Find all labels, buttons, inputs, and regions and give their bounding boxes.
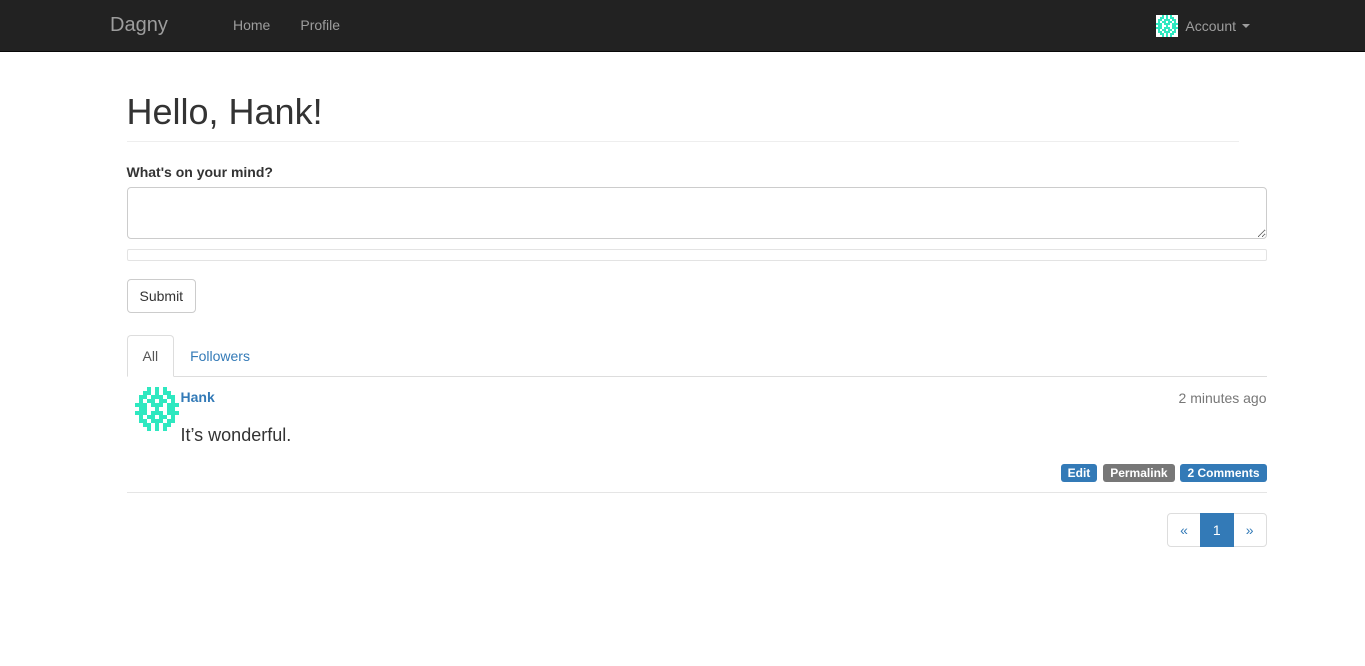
post-form: What's on your mind? Submit xyxy=(126,162,1267,313)
nav-link-profile[interactable]: Profile xyxy=(285,0,355,51)
feed-tabs: All Followers xyxy=(126,334,1267,377)
primary-nav: Home Profile xyxy=(218,0,355,51)
brand-logo[interactable]: Dagny xyxy=(110,0,168,51)
account-dropdown-toggle[interactable]: Account xyxy=(1156,0,1250,51)
pagination-wrapper: « 1 » xyxy=(127,512,1267,552)
pagination-prev-link[interactable]: « xyxy=(1167,512,1201,547)
post-actions: Edit Permalink 2 Comments xyxy=(181,462,1267,483)
post-body: Hank 2 minutes ago It’s wonderful. Edit … xyxy=(180,387,1267,483)
pagination-page-1-label: 1 xyxy=(1199,512,1234,547)
account-label: Account xyxy=(1185,17,1236,34)
tab-all[interactable]: All xyxy=(126,334,175,377)
submit-button[interactable]: Submit xyxy=(126,278,197,313)
feed-post-list: Hank 2 minutes ago It’s wonderful. Edit … xyxy=(126,377,1267,493)
feed-post: Hank 2 minutes ago It’s wonderful. Edit … xyxy=(126,377,1267,493)
nav-link-home[interactable]: Home xyxy=(218,0,285,51)
nav-item-home: Home xyxy=(218,0,285,51)
navbar-inner: Dagny Home Profile Account xyxy=(30,0,1335,51)
post-author-link[interactable]: Hank xyxy=(181,389,215,405)
tab-followers-link[interactable]: Followers xyxy=(174,335,266,377)
tab-all-link[interactable]: All xyxy=(126,334,175,377)
post-comments-badge[interactable]: 2 Comments xyxy=(1180,464,1267,483)
identicon-avatar-icon xyxy=(134,386,179,431)
tab-followers[interactable]: Followers xyxy=(174,335,266,377)
pagination-next-link[interactable]: » xyxy=(1232,512,1267,547)
post-content: It’s wonderful. xyxy=(180,424,292,445)
page-title: Hello, Hank! xyxy=(126,91,323,132)
post-form-label: What's on your mind? xyxy=(126,163,273,180)
post-timestamp: 2 minutes ago xyxy=(1178,389,1267,406)
post-textarea[interactable] xyxy=(126,186,1267,239)
post-permalink-badge[interactable]: Permalink xyxy=(1103,464,1175,483)
nav-item-profile: Profile xyxy=(285,0,355,51)
upload-progress-bar xyxy=(126,248,1267,261)
main-container: Hello, Hank! What's on your mind? Submit… xyxy=(112,91,1267,552)
post-avatar-link[interactable] xyxy=(134,386,179,431)
caret-down-icon xyxy=(1242,23,1250,28)
pagination: « 1 » xyxy=(1167,512,1267,547)
top-navbar: Dagny Home Profile Account xyxy=(0,0,1365,52)
page-header: Hello, Hank! xyxy=(126,91,1239,142)
identicon-avatar-icon xyxy=(1156,14,1179,37)
post-edit-badge[interactable]: Edit xyxy=(1060,464,1098,483)
